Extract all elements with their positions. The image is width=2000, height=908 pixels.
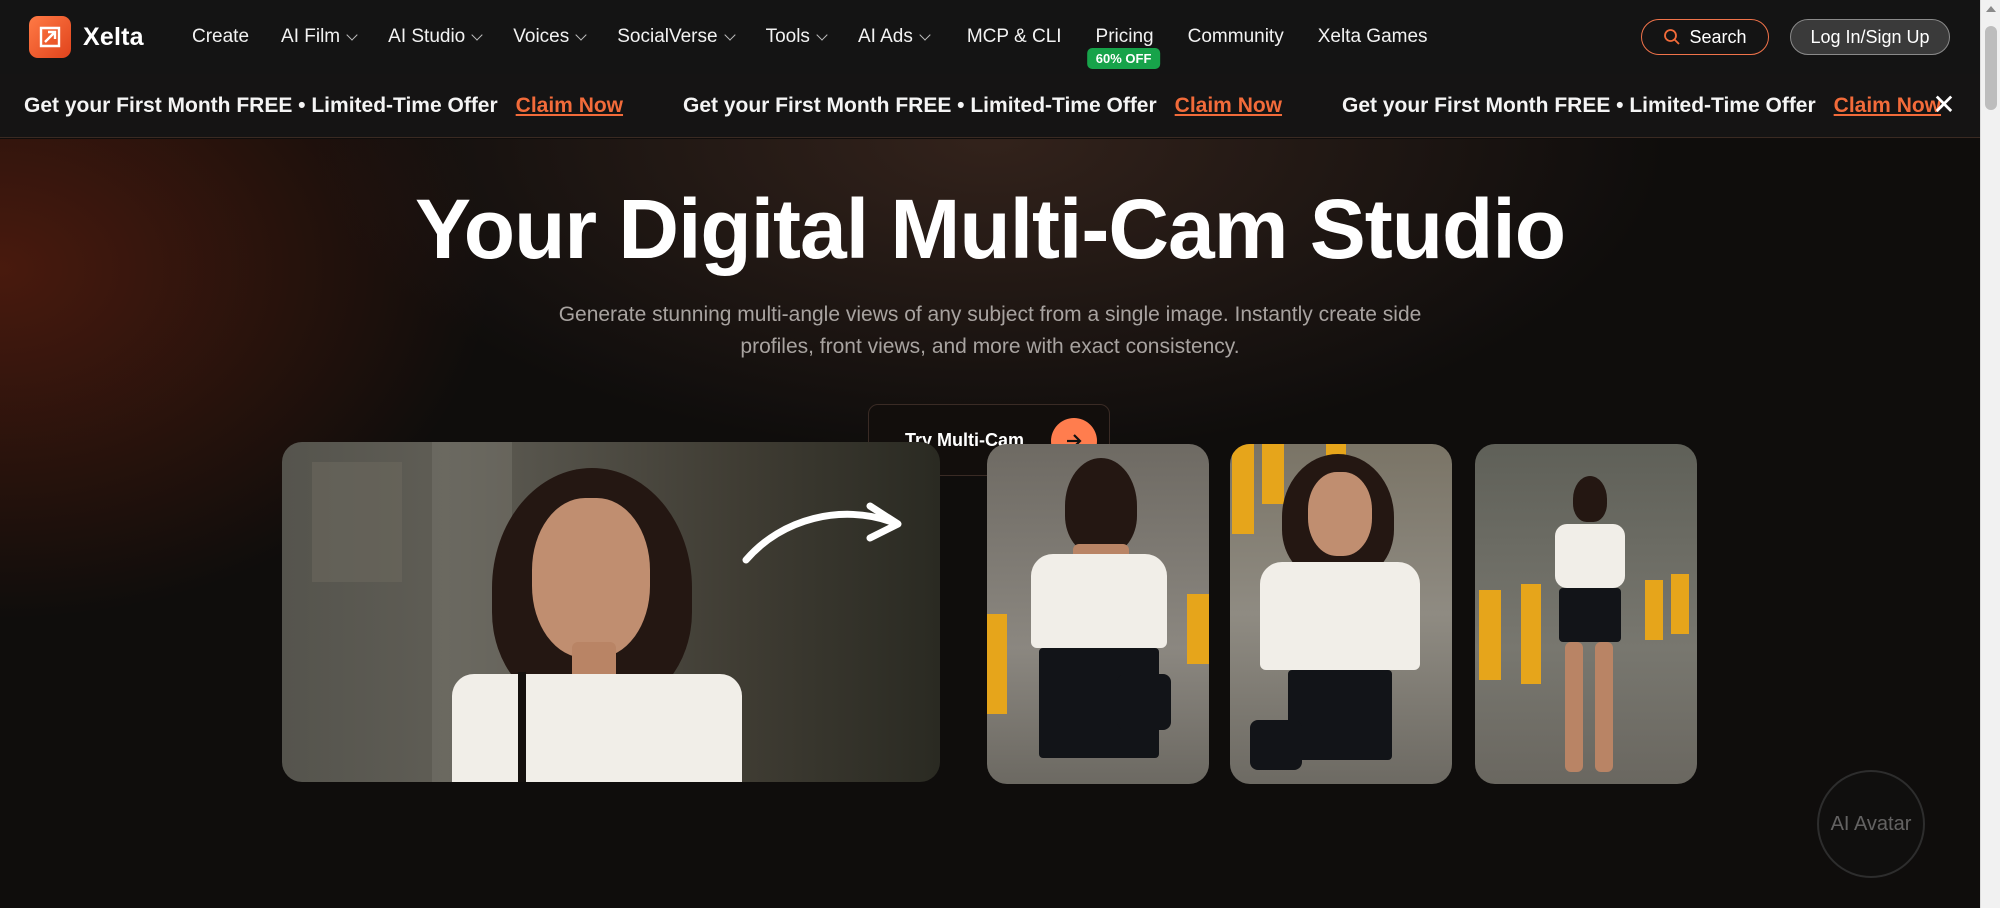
nav-item-create[interactable]: Create [176, 0, 265, 74]
back-view-image [987, 444, 1209, 784]
nav-item-label: Create [192, 26, 250, 47]
pillar [1187, 594, 1209, 664]
scroll-thumb[interactable] [1985, 26, 1997, 110]
claim-now-link[interactable]: Claim Now [1175, 94, 1282, 118]
nav-item-voices[interactable]: Voices [497, 0, 601, 74]
promo-item: Get your First Month FREE • Limited-Time… [24, 74, 623, 137]
curved-arrow-icon [742, 502, 902, 564]
brand-name: Xelta [83, 22, 144, 51]
chevron-down-icon [471, 28, 483, 41]
pillar [1262, 444, 1284, 504]
subject-shorts [1288, 670, 1392, 760]
subject-top [452, 674, 742, 782]
logo-icon [29, 16, 71, 58]
ai-avatar-widget[interactable]: AI Avatar [1817, 770, 1925, 878]
page-scrollbar[interactable] [1980, 0, 2000, 908]
nav-item-ai-studio[interactable]: AI Studio [372, 0, 497, 74]
search-icon [1664, 29, 1681, 45]
pillar [1521, 584, 1541, 684]
pillar [1479, 590, 1501, 680]
subject-leg [1595, 642, 1613, 772]
pillar [987, 614, 1007, 714]
claim-now-link[interactable]: Claim Now [516, 94, 623, 118]
pillar [1645, 580, 1663, 640]
front-view-image [1230, 444, 1452, 784]
subject-hair [1065, 458, 1137, 554]
nav-item-tools[interactable]: Tools [750, 0, 842, 74]
nav-item-label: AI Ads [857, 26, 913, 47]
chevron-down-icon [575, 28, 587, 41]
handbag [1250, 720, 1302, 770]
nav-item-xelta-games[interactable]: Xelta Games [1300, 0, 1444, 74]
nav-item-ai-film[interactable]: AI Film [265, 0, 372, 74]
subject-top [1555, 524, 1625, 588]
nav-item-label: Voices [513, 26, 570, 47]
background-panel [312, 462, 402, 582]
promo-text: Get your First Month FREE • Limited-Time… [683, 94, 1157, 117]
bag-strap [518, 672, 526, 782]
chevron-down-icon [723, 28, 736, 41]
scroll-up-icon[interactable] [1986, 6, 1996, 12]
search-label: Search [1689, 26, 1747, 47]
subject-leg [1565, 642, 1583, 772]
subject-top [1031, 554, 1167, 648]
promo-item: Get your First Month FREE • Limited-Time… [683, 74, 1282, 137]
nav-item-label: MCP & CLI [966, 26, 1062, 47]
nav-item-label: Community [1187, 26, 1284, 47]
source-portrait-image [282, 442, 940, 782]
pillar [1671, 574, 1689, 634]
nav-item-pricing[interactable]: Pricing 60% OFF [1078, 0, 1170, 74]
nav-item-label: Xelta Games [1317, 26, 1428, 47]
nav-item-label: Pricing [1095, 26, 1154, 47]
nav-item-socialverse[interactable]: SocialVerse [601, 0, 749, 74]
subject-face [532, 498, 650, 658]
pillar [1232, 444, 1254, 534]
subject-face [1308, 472, 1372, 556]
nav-item-mcp-cli[interactable]: MCP & CLI [945, 0, 1078, 74]
promo-text: Get your First Month FREE • Limited-Time… [24, 94, 498, 117]
handbag [1117, 674, 1171, 730]
search-button[interactable]: Search [1641, 19, 1769, 55]
subject-top [1260, 562, 1420, 670]
brand-logo[interactable]: Xelta [29, 16, 144, 58]
promo-text: Get your First Month FREE • Limited-Time… [1342, 94, 1816, 117]
chevron-down-icon [346, 28, 358, 41]
nav-item-label: AI Film [281, 26, 341, 47]
nav-item-label: Tools [765, 26, 810, 47]
close-icon[interactable]: ✕ [1929, 90, 1959, 120]
chevron-down-icon [816, 28, 828, 41]
nav-item-label: AI Studio [388, 26, 466, 47]
top-navigation: Xelta Create AI Film AI Studio Voices So… [0, 0, 1980, 74]
subject-shorts [1559, 588, 1621, 642]
hero-subtitle: Generate stunning multi-angle views of a… [558, 303, 1422, 358]
chevron-down-icon [919, 28, 931, 41]
subject-hair [1573, 476, 1607, 522]
discount-badge: 60% OFF [1086, 48, 1161, 69]
nav-menu: Create AI Film AI Studio Voices SocialVe… [176, 0, 1444, 74]
promo-banner: Get your First Month FREE • Limited-Time… [0, 74, 1980, 138]
promo-item: Get your First Month FREE • Limited-Time… [1342, 74, 1941, 137]
login-signup-button[interactable]: Log In/Sign Up [1790, 19, 1950, 55]
claim-now-link[interactable]: Claim Now [1834, 94, 1941, 118]
page-title: Your Digital Multi-Cam Studio [414, 182, 1566, 276]
full-body-view-image [1475, 444, 1697, 784]
nav-item-label: SocialVerse [617, 26, 718, 47]
nav-item-community[interactable]: Community [1170, 0, 1300, 74]
nav-item-ai-ads[interactable]: AI Ads [842, 0, 945, 74]
